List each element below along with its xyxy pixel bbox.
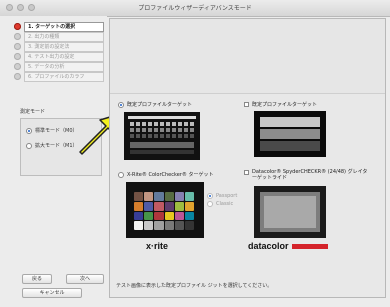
checkbox-icon[interactable]: [244, 102, 249, 107]
step-item-5[interactable]: 5. データの分析: [14, 61, 104, 72]
step-status-icon: [14, 53, 21, 60]
sidebar: 1. ターゲットの選択 2. 出力の種類 3. 測定前の設定法 4. テスト出力…: [0, 16, 107, 307]
target-option-label: 既定プロファイルターゲット: [252, 102, 318, 108]
step-item-2[interactable]: 2. 出力の種類: [14, 31, 104, 42]
target-option-label: X-Rite® ColorChecker® ターゲット: [127, 172, 214, 178]
target-option-label: 既定プロファイルターゲット: [127, 102, 193, 108]
target-option-2[interactable]: 既定プロファイルターゲット: [244, 101, 317, 108]
step-label: 4. テスト出力の設定: [24, 51, 104, 62]
xrite-logo: x·rite: [146, 241, 169, 251]
instruction-text: テスト画像に表示した既定プロファイル ジットを選択してください。: [116, 283, 273, 289]
back-button[interactable]: 戻る: [22, 274, 52, 284]
target-selection-panel: 既定プロファイルターゲット 既定プロファイルターゲット X-Rite® Colo…: [109, 18, 386, 298]
step-label: 5. データの分析: [24, 61, 104, 72]
checkbox-icon[interactable]: [244, 170, 249, 175]
datacolor-logo: datacolor: [248, 241, 289, 251]
step-label: 6. プロファイルのカラフ: [24, 71, 104, 82]
target-chart-image: [124, 112, 200, 160]
next-button[interactable]: 次へ: [66, 274, 104, 284]
datacolor-logo-bar: [292, 244, 328, 249]
step-list: 1. ターゲットの選択 2. 出力の種類 3. 測定前の設定法 4. テスト出力…: [14, 21, 104, 82]
step-label: 2. 出力の種類: [24, 31, 104, 42]
step-label: 3. 測定前の設定法: [24, 41, 104, 52]
preview-area: [110, 19, 385, 94]
app-window: プロファイルウィザーディアバンスモード 1. ターゲットの選択 2. 出力の種類…: [0, 0, 390, 307]
target-option-4[interactable]: Datacolor® SpyderCHECKR® (24/48) グレイターゲッ…: [244, 169, 370, 181]
step-status-icon: [14, 43, 21, 50]
radio-selected-icon[interactable]: [26, 127, 32, 134]
step-status-icon: [14, 73, 21, 80]
step-item-1[interactable]: 1. ターゲットの選択: [14, 21, 104, 32]
sub-option-label: Passport: [216, 193, 238, 199]
radio-selected-icon[interactable]: [207, 193, 213, 199]
sub-option-label: Classic: [216, 201, 234, 207]
colorchecker-thumbnail[interactable]: [126, 182, 204, 238]
step-item-6[interactable]: 6. プロファイルのカラフ: [14, 71, 104, 82]
step-label: 1. ターゲットの選択: [24, 21, 104, 32]
radio-icon[interactable]: [118, 171, 124, 178]
cancel-button[interactable]: キャンセル: [22, 288, 82, 298]
radio-icon[interactable]: [26, 142, 32, 149]
step-item-3[interactable]: 3. 測定前の設定法: [14, 41, 104, 52]
spyderchecker-thumbnail[interactable]: [254, 186, 326, 238]
colorchecker-sub-options: Passport Classic: [207, 193, 237, 207]
window-title: プロファイルウィザーディアバンスモード: [138, 5, 252, 12]
target-option-1[interactable]: 既定プロファイルターゲット: [118, 101, 192, 108]
mode-option-label: 標準モード（M0）: [35, 128, 78, 134]
sub-option-classic[interactable]: Classic: [207, 201, 237, 207]
target-option-label: Datacolor® SpyderCHECKR® (24/48) グレイターゲッ…: [252, 169, 368, 181]
radio-icon[interactable]: [207, 201, 213, 207]
target-option-3[interactable]: X-Rite® ColorChecker® ターゲット: [118, 171, 213, 178]
mode-option-label: 拡大モード（M1）: [35, 143, 78, 149]
step-status-icon: [14, 23, 21, 30]
title-bar: プロファイルウィザーディアバンスモード: [0, 0, 390, 17]
radio-selected-icon[interactable]: [118, 101, 124, 108]
step-item-4[interactable]: 4. テスト出力の設定: [14, 51, 104, 62]
step-status-icon: [14, 33, 21, 40]
default-target-thumbnail[interactable]: [124, 112, 200, 160]
sub-option-passport[interactable]: Passport: [207, 193, 237, 199]
spyderchecker-image: [254, 186, 326, 238]
step-status-icon: [14, 63, 21, 70]
grey-target-image: [254, 111, 326, 157]
colorchecker-swatches: [134, 192, 194, 230]
grey-target-thumbnail[interactable]: [254, 111, 326, 157]
